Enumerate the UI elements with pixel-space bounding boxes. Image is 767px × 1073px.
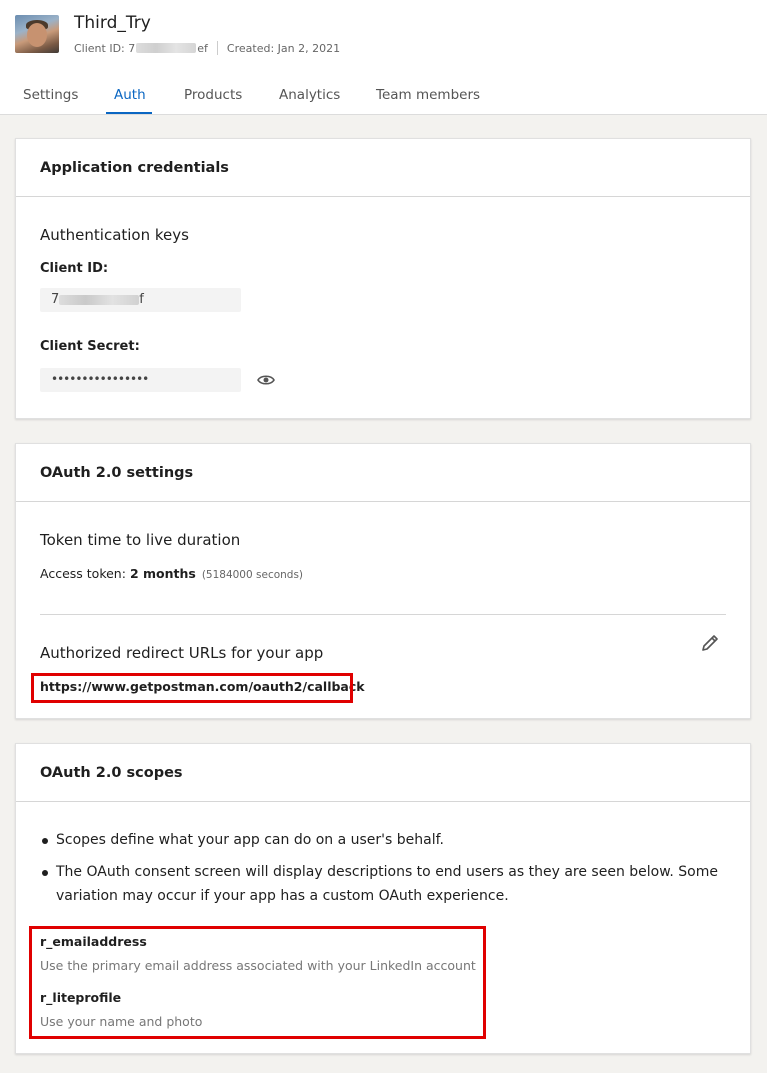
tab-auth[interactable]: Auth <box>114 87 146 103</box>
access-token-value: 2 months <box>129 566 196 581</box>
card-divider <box>16 196 750 197</box>
app-header: Third_Try Client ID: 7 ef Created: Jan 2… <box>0 0 767 115</box>
client-secret-label: Client Secret: <box>40 339 140 354</box>
active-tab-indicator <box>106 112 152 114</box>
access-token-label: Access token: <box>40 566 126 581</box>
tab-settings[interactable]: Settings <box>23 87 78 103</box>
access-token-seconds: (5184000 seconds) <box>201 569 304 581</box>
card-title: Application credentials <box>40 160 229 176</box>
redirect-urls-heading: Authorized redirect URLs for your app <box>40 644 324 662</box>
section-divider <box>40 614 726 615</box>
card-title: OAuth 2.0 settings <box>40 465 194 481</box>
access-token-row: Access token: 2 months (5184000 seconds) <box>40 566 303 581</box>
client-id-value-suffix: f <box>139 292 144 307</box>
client-id-value-prefix: 7 <box>51 292 60 307</box>
card-divider <box>16 801 750 802</box>
application-credentials-card: Application credentials Authentication k… <box>15 138 751 419</box>
highlight-scopes <box>29 926 486 1039</box>
scope-info-bullet: The OAuth consent screen will display de… <box>40 860 730 908</box>
client-id-meta-prefix: Client ID: 7 <box>74 41 136 55</box>
tab-products[interactable]: Products <box>184 87 242 103</box>
client-id-label: Client ID: <box>40 261 109 276</box>
tab-analytics[interactable]: Analytics <box>279 87 340 103</box>
scope-info-bullet: Scopes define what your app can do on a … <box>40 828 730 852</box>
highlight-redirect-url <box>31 673 353 703</box>
card-title: OAuth 2.0 scopes <box>40 765 183 781</box>
meta-separator <box>216 41 218 55</box>
token-ttl-heading: Token time to live duration <box>40 531 241 549</box>
app-avatar <box>15 15 59 53</box>
app-title: Third_Try <box>74 13 151 33</box>
tab-team-members[interactable]: Team members <box>376 87 480 103</box>
card-divider <box>16 501 750 502</box>
client-id-field[interactable]: 7f <box>40 288 241 312</box>
client-id-meta-suffix: ef <box>197 41 208 55</box>
tab-bar: Settings Auth Products Analytics Team me… <box>0 80 767 115</box>
authentication-keys-heading: Authentication keys <box>40 226 189 244</box>
redacted-client-id <box>136 43 197 53</box>
client-secret-field[interactable]: •••••••••••••••• <box>40 368 241 392</box>
created-date: Created: Jan 2, 2021 <box>226 41 341 55</box>
app-meta: Client ID: 7 ef Created: Jan 2, 2021 <box>74 41 340 55</box>
eye-icon[interactable] <box>257 373 275 387</box>
redacted-client-id-value <box>59 294 140 305</box>
pencil-icon[interactable] <box>700 633 720 653</box>
